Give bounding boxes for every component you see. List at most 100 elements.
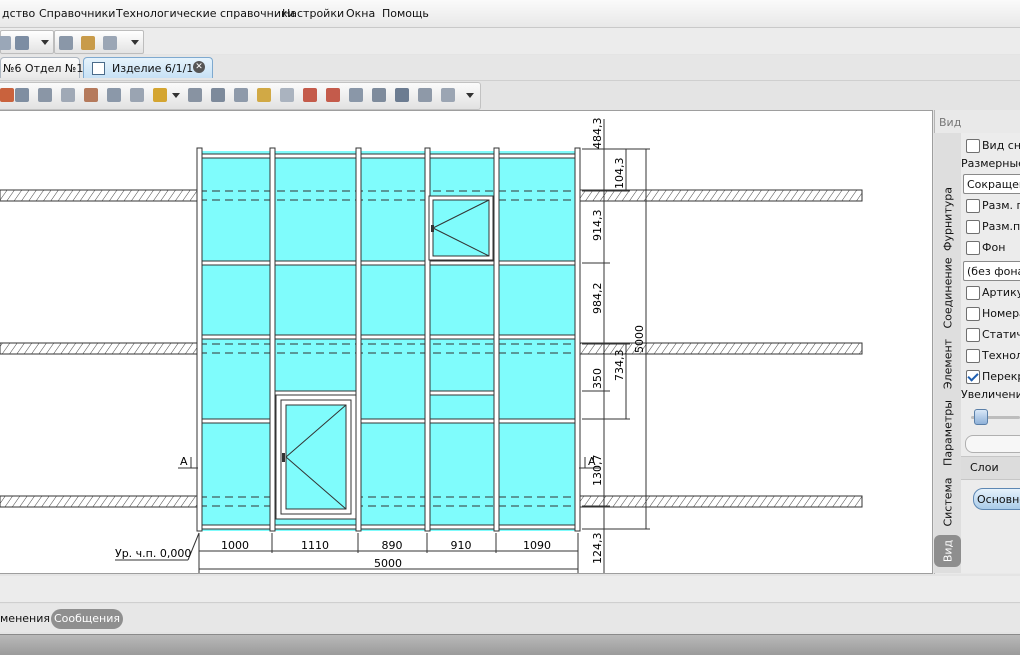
chevron-down-icon[interactable]	[41, 40, 49, 45]
tool-icon[interactable]	[234, 88, 248, 102]
dim-width-1: 1000	[221, 539, 249, 552]
tree-icon[interactable]	[81, 36, 95, 50]
glass-overlay	[199, 151, 578, 531]
tab-parameters[interactable]: Параметры	[934, 397, 961, 469]
background-label: Фон	[982, 241, 1006, 254]
tool-icon[interactable]	[395, 88, 409, 102]
numbers-label: Номера	[982, 307, 1020, 320]
tool-icon[interactable]	[0, 88, 14, 102]
drawing-toolbar	[0, 82, 481, 110]
dim-width-4: 910	[451, 539, 472, 552]
status-bar	[0, 634, 1020, 655]
tab-fittings[interactable]: Фурнитура	[934, 183, 961, 255]
tool-icon[interactable]	[257, 88, 271, 102]
menu-item-tech-references[interactable]: Технологические справочники	[116, 7, 295, 20]
tool-icon[interactable]	[107, 88, 121, 102]
dim-width-2: 1110	[301, 539, 329, 552]
static-label: Статич	[982, 328, 1020, 341]
tool-icon[interactable]	[211, 88, 225, 102]
chevron-down-icon[interactable]	[172, 93, 180, 98]
tool-icon[interactable]	[38, 88, 52, 102]
techno-checkbox[interactable]	[966, 349, 980, 363]
tools-button-group	[54, 30, 144, 54]
view-snap-label: Вид сна	[982, 139, 1020, 152]
menu-item-production[interactable]: дство	[2, 7, 35, 20]
tool-icon[interactable]	[153, 88, 167, 102]
view-snap-checkbox[interactable]	[966, 139, 980, 153]
document-tabs: №6 Отдел №1 Изделие 6/1/1 ✕	[0, 55, 1020, 81]
tool-icon[interactable]	[349, 88, 363, 102]
layers-header: Слои	[961, 456, 1020, 480]
print-icon[interactable]	[103, 36, 117, 50]
dim-pos1-checkbox[interactable]	[966, 199, 980, 213]
tab-view[interactable]: Вид	[934, 535, 961, 567]
tab-department[interactable]: №6 Отдел №1	[0, 57, 83, 78]
overlap-label: Перекр	[982, 370, 1020, 383]
dim-height-7: 130,7	[591, 455, 604, 487]
tool-icon[interactable]	[326, 88, 340, 102]
dimensions-label: Размерные	[961, 157, 1020, 170]
tab-element[interactable]: Элемент	[934, 333, 961, 395]
bottom-panel-tabs: менения	[0, 604, 1020, 632]
window-sash[interactable]	[428, 195, 494, 261]
document-icon	[92, 62, 105, 75]
tool-icon[interactable]	[418, 88, 432, 102]
dim-width-3: 890	[382, 539, 403, 552]
dim-height-4: 984,2	[591, 283, 604, 315]
dim-height-2: 104,3	[613, 158, 626, 190]
dim-height-1: 484,3	[591, 118, 604, 150]
tool-icon[interactable]	[303, 88, 317, 102]
overlap-checkbox[interactable]	[966, 370, 980, 384]
floor-level-label: Ур. ч.п. 0,000	[115, 547, 191, 560]
menu-item-help[interactable]: Помощь	[382, 7, 429, 20]
tool-icon[interactable]	[61, 88, 75, 102]
tab-connection[interactable]: Соединение	[934, 257, 961, 329]
menu-item-settings[interactable]: Настройки	[282, 7, 344, 20]
view-options: Вид сна Размерные Сокращенн Разм. по Раз…	[961, 133, 1020, 573]
dimensions-select[interactable]: Сокращенн	[963, 174, 1020, 194]
dim-pos2-label: Разм.по	[982, 220, 1020, 233]
static-checkbox[interactable]	[966, 328, 980, 342]
tool-icon[interactable]	[130, 88, 144, 102]
dim-height-5: 734,3	[613, 350, 626, 382]
door-sash[interactable]	[275, 394, 357, 520]
close-icon[interactable]: ✕	[193, 61, 205, 73]
drawing-canvas[interactable]: А А Ур. ч.п. 0,000 1000 1110 890 910 109…	[0, 110, 933, 574]
dim-pos2-checkbox[interactable]	[966, 220, 980, 234]
properties-icon[interactable]	[59, 36, 73, 50]
scroll-bar[interactable]	[965, 435, 1020, 453]
tool-icon[interactable]	[84, 88, 98, 102]
tool-icon[interactable]	[372, 88, 386, 102]
tab-changes[interactable]: менения	[0, 612, 50, 625]
article-label: Артику	[982, 286, 1020, 299]
techno-label: Техноло	[982, 349, 1020, 362]
layers-label: Слои	[970, 461, 999, 474]
section-mark-left: А	[180, 455, 188, 468]
article-checkbox[interactable]	[966, 286, 980, 300]
zoom-slider-thumb[interactable]	[974, 409, 988, 425]
background-select[interactable]: (без фона)	[963, 261, 1020, 281]
standard-toolbar	[0, 28, 1020, 54]
base-layer-button[interactable]: Основно	[973, 488, 1020, 510]
numbers-checkbox[interactable]	[966, 307, 980, 321]
menu-item-windows[interactable]: Окна	[346, 7, 375, 20]
menu-bar: дство Справочники Технологические справо…	[0, 0, 1020, 28]
tab-system[interactable]: Система	[934, 473, 961, 531]
tab-product[interactable]: Изделие 6/1/1 ✕	[83, 57, 213, 78]
background-checkbox[interactable]	[966, 241, 980, 255]
tool-icon[interactable]	[441, 88, 455, 102]
dim-width-total: 5000	[374, 557, 402, 570]
tool-icon[interactable]	[188, 88, 202, 102]
chevron-down-icon[interactable]	[466, 93, 474, 98]
dim-height-8: 124,3	[591, 533, 604, 565]
tool-icon[interactable]	[280, 88, 294, 102]
open-icon[interactable]	[0, 36, 11, 50]
save-icon[interactable]	[15, 36, 29, 50]
zoom-label: Увеличение	[961, 388, 1020, 401]
tab-messages[interactable]: Сообщения	[51, 609, 123, 629]
dim-height-6: 350	[591, 368, 604, 389]
menu-item-references[interactable]: Справочники	[39, 7, 115, 20]
panel-vertical-tabs: Фурнитура Соединение Элемент Параметры С…	[934, 133, 961, 573]
tool-icon[interactable]	[15, 88, 29, 102]
chevron-down-icon[interactable]	[131, 40, 139, 45]
